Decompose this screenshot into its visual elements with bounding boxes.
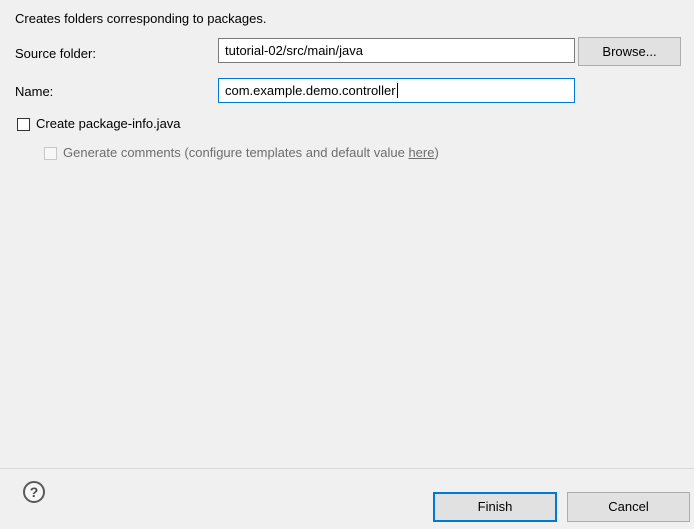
source-folder-input[interactable]: tutorial-02/src/main/java [218, 38, 575, 63]
generate-comments-row: Generate comments (configure templates a… [63, 145, 439, 160]
browse-button[interactable]: Browse... [578, 37, 681, 66]
text-caret [396, 83, 398, 98]
name-value: com.example.demo.controller [225, 83, 396, 98]
finish-button[interactable]: Finish [433, 492, 557, 522]
cancel-button[interactable]: Cancel [567, 492, 690, 522]
help-icon[interactable]: ? [23, 481, 45, 503]
dialog-description: Creates folders corresponding to package… [15, 11, 267, 26]
configure-templates-hint: (configure templates and default value [184, 145, 409, 160]
generate-comments-label: Generate comments [63, 145, 181, 160]
new-package-dialog: { "description": "Creates folders corres… [0, 0, 694, 529]
name-label: Name: [15, 84, 54, 99]
create-package-info-label[interactable]: Create package-info.java [36, 116, 181, 131]
hint-close: ) [434, 145, 439, 160]
name-input[interactable]: com.example.demo.controller [218, 78, 575, 103]
source-folder-label: Source folder: [15, 46, 96, 61]
source-folder-value: tutorial-02/src/main/java [225, 43, 363, 58]
generate-comments-checkbox[interactable] [44, 147, 57, 160]
configure-templates-link[interactable]: here [408, 145, 434, 160]
footer-divider [0, 468, 694, 469]
create-package-info-checkbox[interactable] [17, 118, 30, 131]
